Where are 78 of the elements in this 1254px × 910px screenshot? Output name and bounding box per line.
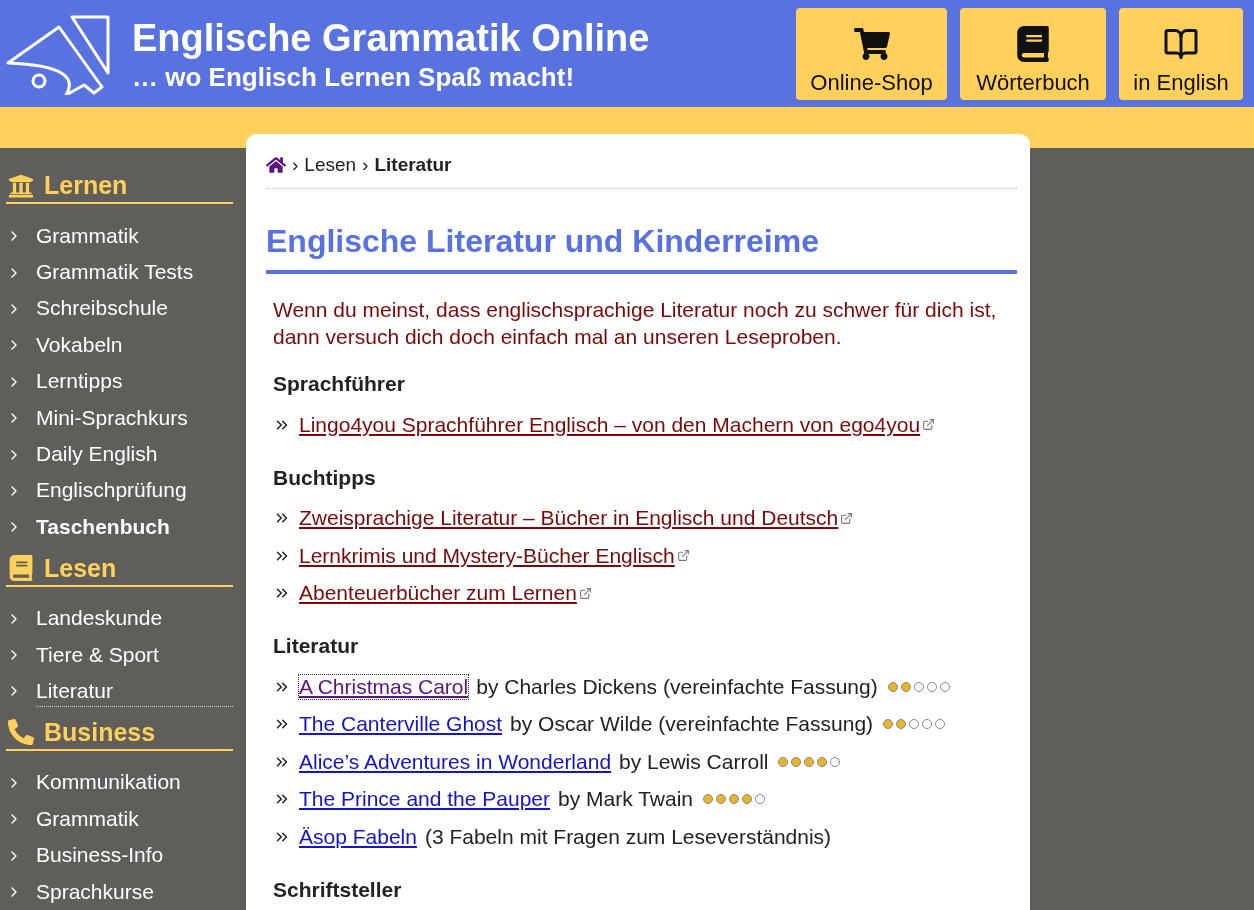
story-info: by Lewis Carroll bbox=[619, 749, 769, 774]
rating-dot bbox=[703, 794, 713, 805]
rating-dot bbox=[830, 756, 841, 767]
external-link[interactable]: Lernkrimis und Mystery-Bücher Englisch bbox=[299, 543, 675, 568]
external-link[interactable]: Abenteuerbücher zum Lernen bbox=[299, 581, 577, 606]
external-link[interactable]: Lingo4you Sprachführer Englisch – von den Machern von ego4you bbox=[299, 412, 921, 437]
section-heading: Buchtipps bbox=[273, 465, 377, 490]
sidebar-link[interactable]: Landeskunde bbox=[36, 603, 233, 635]
site-tagline: … wo Englisch Lernen Spaß macht! bbox=[132, 60, 576, 93]
sidebar-link[interactable]: Grammatik Tests bbox=[36, 257, 233, 289]
rating-dot bbox=[900, 681, 911, 692]
breadcrumb-link[interactable]: Lesen bbox=[304, 154, 357, 176]
breadcrumb-separator: › bbox=[362, 154, 369, 176]
rating-dot bbox=[716, 794, 726, 805]
building-icon bbox=[8, 172, 34, 199]
section-heading: Schriftsteller bbox=[273, 877, 403, 902]
story-link[interactable]: The Canterville Ghost bbox=[299, 712, 503, 737]
header-button[interactable]: in English bbox=[1119, 7, 1243, 100]
rating-dot bbox=[778, 756, 789, 767]
home-icon[interactable] bbox=[266, 155, 286, 175]
rating-dot bbox=[896, 719, 907, 730]
external-link-icon bbox=[578, 586, 592, 600]
story-info: by Charles Dickens (vereinfachte Fassung) bbox=[476, 674, 878, 699]
sidebar-link[interactable]: Lerntipps bbox=[36, 366, 233, 398]
site-title: Englische Grammatik Online bbox=[132, 15, 651, 61]
rating-dot bbox=[913, 681, 924, 692]
sidebar-heading-text: Lernen bbox=[44, 171, 128, 200]
external-link-icon bbox=[676, 549, 690, 563]
book-icon bbox=[8, 555, 34, 581]
story-link[interactable]: Äsop Fabeln bbox=[299, 824, 417, 849]
external-link[interactable]: Zweisprachige Literatur – Bücher in Englisch und Deutsch bbox=[299, 506, 839, 531]
sidebar-link[interactable]: Schreibschule bbox=[36, 293, 233, 325]
rating-dot bbox=[791, 756, 802, 767]
external-link-icon bbox=[922, 418, 936, 432]
rating-dot bbox=[804, 756, 815, 767]
cart-icon bbox=[853, 25, 890, 62]
sidebar-link[interactable]: Taschenbuch bbox=[36, 511, 233, 543]
sidebar-link[interactable]: Grammatik bbox=[36, 803, 233, 835]
sidebar-link[interactable]: Vokabeln bbox=[36, 329, 233, 361]
story-info: by Oscar Wilde (vereinfachte Fassung) bbox=[510, 712, 874, 737]
rating-dot bbox=[926, 681, 937, 692]
sidebar-link[interactable]: Grammatik bbox=[36, 220, 233, 252]
rating-dot bbox=[742, 794, 752, 805]
rating-dot bbox=[939, 681, 950, 692]
sidebar-link[interactable]: Englischprüfung bbox=[36, 475, 233, 507]
rating-dot bbox=[935, 719, 946, 730]
sidebar-link[interactable]: Sprachkurse bbox=[36, 876, 233, 908]
sidebar-link[interactable]: Mini-Sprachkurs bbox=[36, 402, 233, 434]
story-link[interactable]: A Christmas Carol bbox=[299, 674, 469, 699]
rating-dot bbox=[755, 794, 765, 805]
external-link-icon bbox=[840, 511, 854, 525]
breadcrumb-current: Literatur bbox=[374, 154, 452, 176]
intro-text: Wenn du meinst, dass englischsprachige Literatur noch zu schwer für dich ist, dann versuch dich doch einfach mal an unseren Leseproben. bbox=[273, 297, 998, 350]
sidebar-link[interactable]: Kommunikation bbox=[36, 767, 233, 799]
breadcrumb-separator: › bbox=[292, 154, 299, 176]
story-link[interactable]: Alice’s Adventures in Wonderland bbox=[299, 749, 612, 774]
story-link[interactable]: The Prince and the Pauper bbox=[299, 787, 550, 812]
page-title: Englische Literatur und Kinderreime bbox=[266, 223, 1017, 274]
story-info: (3 Fabeln mit Fragen zum Leseverständnis) bbox=[424, 824, 832, 849]
sidebar-heading-text: Lesen bbox=[44, 553, 117, 583]
rating-dot bbox=[909, 719, 920, 730]
rating-dot bbox=[887, 681, 898, 692]
section-heading: Sprachführer bbox=[273, 372, 406, 396]
rating-dot bbox=[883, 719, 894, 730]
sidebar-link[interactable]: Daily English bbox=[36, 439, 233, 471]
sidebar-link[interactable]: Tiere & Sport bbox=[36, 639, 233, 671]
sidebar-link[interactable]: Literatur bbox=[36, 676, 233, 707]
sidebar-heading-text: Business bbox=[44, 717, 156, 747]
rating-dot bbox=[817, 756, 828, 767]
section-heading: Literatur bbox=[273, 634, 360, 658]
header-button[interactable]: Online-Shop bbox=[796, 7, 947, 100]
book-icon bbox=[1015, 25, 1051, 62]
rating-dot bbox=[729, 794, 739, 805]
phone-icon bbox=[8, 719, 34, 746]
sidebar-link[interactable]: Business-Info bbox=[36, 840, 233, 872]
story-info: by Mark Twain bbox=[558, 787, 693, 812]
rating-dot bbox=[922, 719, 933, 730]
header-button[interactable]: Wörterbuch bbox=[960, 7, 1106, 100]
